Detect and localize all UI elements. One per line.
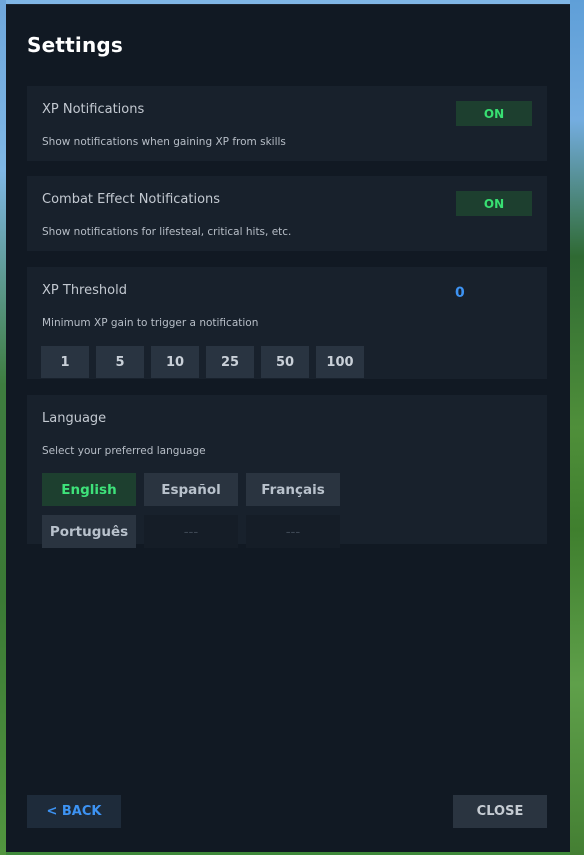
close-button[interactable]: CLOSE — [453, 795, 547, 828]
back-button[interactable]: < BACK — [27, 795, 121, 828]
language-card: Language Select your preferred language … — [27, 395, 547, 548]
language-label: Language — [42, 411, 107, 426]
xp-notifications-description: Show notifications when gaining XP from … — [42, 136, 286, 148]
preset-button-5[interactable]: 5 — [96, 346, 144, 378]
xp-threshold-presets: 1 5 10 25 50 100 — [41, 346, 364, 378]
xp-threshold-label: XP Threshold — [42, 283, 127, 298]
settings-panel: Settings XP Notifications Show notificat… — [6, 4, 570, 852]
combat-notifications-label: Combat Effect Notifications — [42, 192, 221, 207]
preset-button-10[interactable]: 10 — [151, 346, 199, 378]
xp-threshold-description: Minimum XP gain to trigger a notificatio… — [42, 317, 259, 329]
xp-notifications-toggle[interactable]: ON — [456, 101, 532, 126]
xp-threshold-card: XP Threshold 0 Minimum XP gain to trigge… — [27, 267, 547, 379]
game-background-right — [570, 0, 584, 855]
preset-button-50[interactable]: 50 — [261, 346, 309, 378]
page-title: Settings — [27, 33, 124, 57]
xp-threshold-value: 0 — [455, 285, 465, 301]
language-option-francais[interactable]: Français — [246, 473, 340, 506]
combat-notifications-card: Combat Effect Notifications Show notific… — [27, 176, 547, 251]
combat-notifications-toggle[interactable]: ON — [456, 191, 532, 216]
preset-button-100[interactable]: 100 — [316, 346, 364, 378]
preset-button-1[interactable]: 1 — [41, 346, 89, 378]
language-option-placeholder: --- — [246, 515, 340, 548]
language-option-english[interactable]: English — [42, 473, 136, 506]
xp-notifications-label: XP Notifications — [42, 102, 145, 117]
language-option-espanol[interactable]: Español — [144, 473, 238, 506]
language-option-placeholder: --- — [144, 515, 238, 548]
language-description: Select your preferred language — [42, 445, 206, 457]
language-option-portugues[interactable]: Português — [42, 515, 136, 548]
preset-button-25[interactable]: 25 — [206, 346, 254, 378]
xp-notifications-card: XP Notifications Show notifications when… — [27, 86, 547, 161]
combat-notifications-description: Show notifications for lifesteal, critic… — [42, 226, 292, 238]
